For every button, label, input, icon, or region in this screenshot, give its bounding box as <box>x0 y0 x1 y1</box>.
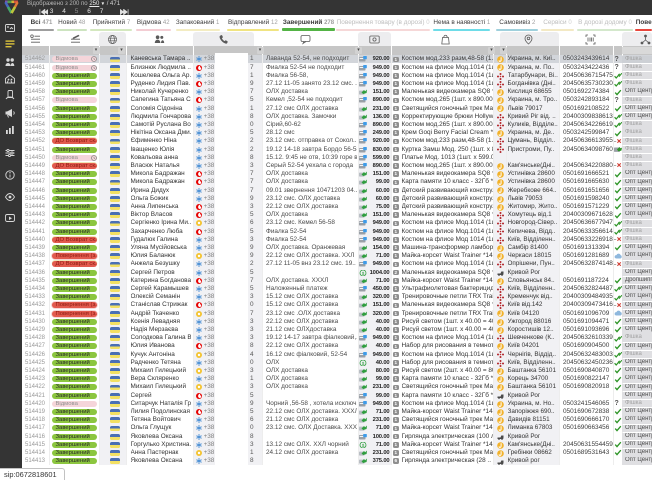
svg-text:$: $ <box>362 270 365 275</box>
svg-text:$: $ <box>362 361 365 366</box>
svg-text:$: $ <box>362 443 365 448</box>
